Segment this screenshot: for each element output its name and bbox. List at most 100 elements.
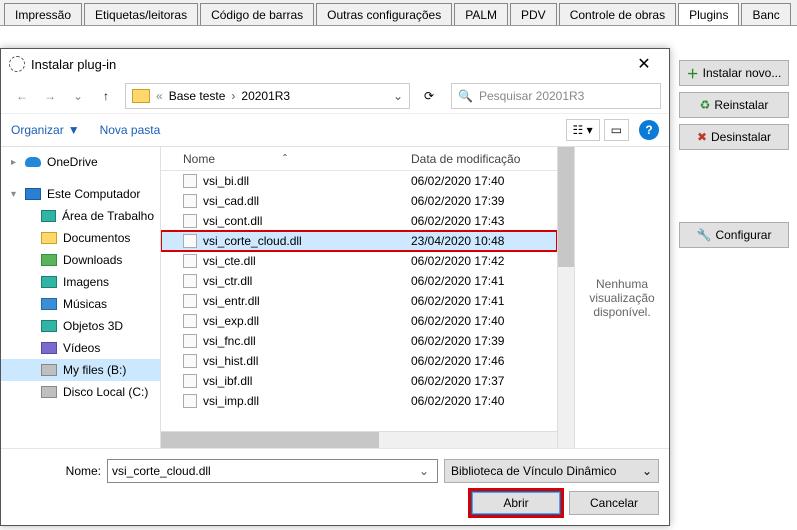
tree-item[interactable]: Disco Local (C:) (1, 381, 160, 403)
file-row[interactable]: vsi_imp.dll06/02/2020 17:40 (161, 391, 557, 411)
nav-back-button[interactable]: ← (9, 83, 35, 109)
tab-plugins[interactable]: Plugins (678, 3, 739, 25)
tab-etiquetas-leitoras[interactable]: Etiquetas/leitoras (84, 3, 198, 25)
tree-item[interactable]: My files (B:) (1, 359, 160, 381)
file-name: vsi_exp.dll (203, 314, 259, 328)
new-folder-button[interactable]: Nova pasta (100, 123, 161, 137)
uninstall-button[interactable]: ✖ Desinstalar (679, 124, 789, 150)
close-button[interactable]: ✕ (627, 51, 661, 77)
file-row[interactable]: vsi_entr.dll06/02/2020 17:41 (161, 291, 557, 311)
cancel-button[interactable]: Cancelar (569, 491, 659, 515)
search-placeholder: Pesquisar 20201R3 (479, 89, 584, 103)
file-row[interactable]: vsi_cte.dll06/02/2020 17:42 (161, 251, 557, 271)
folder-icon (132, 89, 150, 103)
reinstall-button[interactable]: ♻ Reinstalar (679, 92, 789, 118)
teal-icon (41, 276, 57, 288)
tree-item-label: Músicas (63, 297, 107, 311)
tree-item[interactable]: Vídeos (1, 337, 160, 359)
tab-pdv[interactable]: PDV (510, 3, 557, 25)
file-row[interactable]: vsi_ctr.dll06/02/2020 17:41 (161, 271, 557, 291)
file-row[interactable]: vsi_fnc.dll06/02/2020 17:39 (161, 331, 557, 351)
install-new-button[interactable]: ＋ Instalar novo... (679, 60, 789, 86)
view-mode-button[interactable]: ☷ ▾ (566, 119, 600, 141)
filename-dd-icon[interactable]: ⌄ (415, 464, 433, 478)
file-list: Nomeˆ Data de modificação vsi_bi.dll06/0… (161, 147, 557, 448)
cloud-icon (25, 157, 41, 167)
tree-item-label: OneDrive (47, 155, 98, 169)
file-name: vsi_cont.dll (203, 214, 262, 228)
nav-forward-button[interactable]: → (37, 83, 63, 109)
organize-dd-icon[interactable]: ▼ (68, 123, 80, 137)
file-row[interactable]: vsi_corte_cloud.dll 23/04/2020 10:48 (161, 231, 557, 251)
file-date: 06/02/2020 17:37 (411, 374, 557, 388)
tab-palm[interactable]: PALM (454, 3, 508, 25)
refresh-button[interactable]: ⟳ (415, 83, 443, 109)
open-button[interactable]: Abrir (471, 491, 561, 515)
filename-input[interactable]: vsi_corte_cloud.dll ⌄ (107, 459, 438, 483)
file-date: 23/04/2020 10:48 (411, 234, 557, 248)
file-name: vsi_cte.dll (203, 254, 256, 268)
filter-dd-icon: ⌄ (642, 464, 652, 478)
tree-item[interactable]: Área de Trabalho (1, 205, 160, 227)
tree-item[interactable]: ▾Este Computador (1, 183, 160, 205)
file-date: 06/02/2020 17:39 (411, 194, 557, 208)
col-modified[interactable]: Data de modificação (411, 152, 557, 166)
tree-item[interactable]: Imagens (1, 271, 160, 293)
tree-item[interactable]: Objetos 3D (1, 315, 160, 337)
help-button[interactable]: ? (639, 120, 659, 140)
plus-icon: ＋ (687, 65, 699, 82)
teal-icon (41, 320, 57, 332)
file-row[interactable]: vsi_hist.dll06/02/2020 17:46 (161, 351, 557, 371)
dialog-toolbar: Organizar ▼ Nova pasta ☷ ▾ ▭ ? (1, 113, 669, 147)
file-list-header[interactable]: Nomeˆ Data de modificação (161, 147, 557, 171)
dialog-icon (9, 56, 25, 72)
chevron-right-icon: › (231, 89, 235, 103)
preview-text: Nenhuma visualização disponível. (581, 277, 663, 319)
file-icon (183, 394, 197, 408)
tree-item[interactable]: Downloads (1, 249, 160, 271)
file-date: 06/02/2020 17:40 (411, 394, 557, 408)
configure-label: Configurar (715, 228, 771, 242)
configure-button[interactable]: 🔧 Configurar (679, 222, 789, 248)
tab-controle-de-obras[interactable]: Controle de obras (559, 3, 676, 25)
nav-recent-dd[interactable]: ⌄ (65, 83, 91, 109)
file-date: 06/02/2020 17:41 (411, 294, 557, 308)
tab-outras-configura-es[interactable]: Outras configurações (316, 3, 452, 25)
file-row[interactable]: vsi_cad.dll06/02/2020 17:39 (161, 191, 557, 211)
file-name: vsi_corte_cloud.dll (203, 234, 302, 248)
tree-item[interactable]: ▸ OneDrive (1, 151, 160, 173)
nav-tree: ▸ OneDrive ▾Este ComputadorÁrea de Trabalh… (1, 147, 161, 448)
tree-item-label: Documentos (63, 231, 130, 245)
preview-pane-button[interactable]: ▭ (604, 119, 629, 141)
file-row[interactable]: vsi_cont.dll06/02/2020 17:43 (161, 211, 557, 231)
file-row[interactable]: vsi_ibf.dll 06/02/2020 17:37 (161, 371, 557, 391)
horizontal-scrollbar[interactable] (161, 431, 557, 448)
file-row[interactable]: vsi_exp.dll06/02/2020 17:40 (161, 311, 557, 331)
caret-icon: ▸ (11, 157, 19, 168)
tree-item-label: Downloads (63, 253, 122, 267)
nav-up-button[interactable]: ↑ (93, 83, 119, 109)
tab-impress-o[interactable]: Impressão (4, 3, 82, 25)
file-row[interactable]: vsi_bi.dll06/02/2020 17:40 (161, 171, 557, 191)
file-name: vsi_ibf.dll (203, 374, 252, 388)
search-input[interactable]: 🔍 Pesquisar 20201R3 (451, 83, 661, 109)
tree-item-label: Imagens (63, 275, 109, 289)
organize-menu[interactable]: Organizar (11, 123, 64, 137)
tab-c-digo-de-barras[interactable]: Código de barras (200, 3, 314, 25)
file-type-filter[interactable]: Biblioteca de Vínculo Dinâmico ⌄ (444, 459, 659, 483)
install-new-label: Instalar novo... (703, 66, 782, 80)
breadcrumb-current[interactable]: 20201R3 (241, 89, 290, 103)
breadcrumb-parent[interactable]: Base teste (169, 89, 226, 103)
col-name[interactable]: Nome (183, 152, 215, 166)
breadcrumb-dd-icon[interactable]: ⌄ (393, 89, 403, 103)
file-icon (183, 274, 197, 288)
file-icon (183, 314, 197, 328)
file-date: 06/02/2020 17:39 (411, 334, 557, 348)
file-name: vsi_ctr.dll (203, 274, 252, 288)
tab-banc[interactable]: Banc (741, 3, 790, 25)
breadcrumb[interactable]: « Base teste › 20201R3 ⌄ (125, 83, 410, 109)
tree-item[interactable]: Músicas (1, 293, 160, 315)
vertical-scrollbar[interactable] (557, 147, 574, 448)
tree-item[interactable]: Documentos (1, 227, 160, 249)
file-icon (183, 294, 197, 308)
